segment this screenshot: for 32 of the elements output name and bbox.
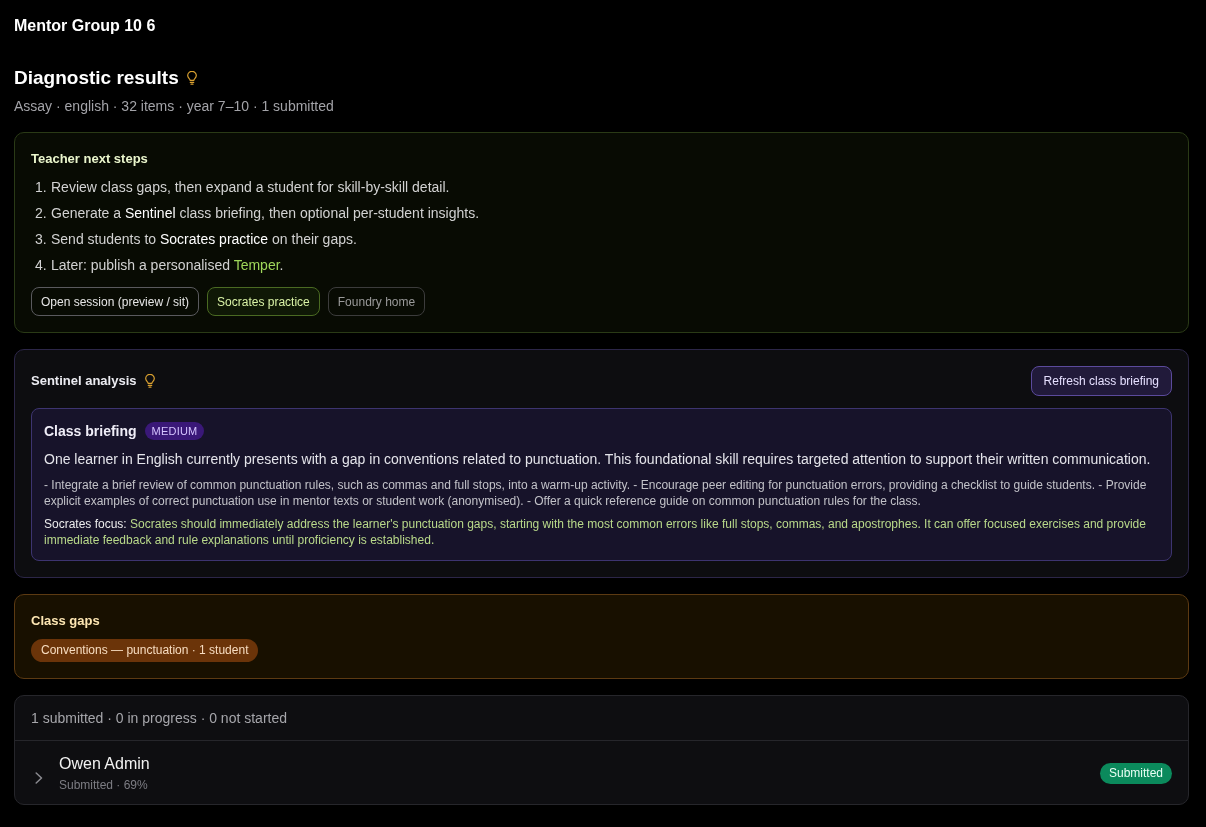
card-title: Sentinel analysis — [31, 373, 137, 389]
progress-summary: 1 submitted · 0 in progress · 0 not started — [15, 696, 1188, 741]
inline-link[interactable]: Temper — [233, 257, 280, 273]
focus-note: Socrates focus: Socrates should immediately address the learner's punctuation gaps, starting with the most common errors like full stops, commas, and apostrophes. It can offer focused exercises and provide immediate feedback and rule explanations until proficiency is established. — [44, 516, 1147, 548]
action-button[interactable]: Foundry home — [327, 287, 426, 316]
section-heading: Diagnostic results — [14, 66, 179, 90]
briefing-title: Class briefing — [44, 422, 137, 441]
step-number: 2. — [35, 204, 48, 223]
page-title: Mentor Group 10 6 — [14, 16, 157, 36]
status-badge: Submitted — [1099, 763, 1172, 784]
gap-tag: Conventions — punctuation · 1 student — [31, 639, 259, 662]
lightbulb-icon — [144, 374, 155, 388]
step-number: 3. — [35, 230, 48, 249]
step-number: 4. — [35, 256, 48, 275]
action-button[interactable]: Socrates practice — [207, 287, 320, 316]
lightbulb-icon — [186, 71, 197, 85]
assessment-meta: Assay · english · 32 items · year 7–10 · 1 submitted — [14, 97, 335, 115]
briefing-summary: One learner in English currently presents with a gap in conventions related to punctuation. This foundational skill requires targeted attention to support their written communication. — [44, 450, 1152, 469]
chevron-icon[interactable] — [35, 771, 43, 784]
student-detail: Submitted · 69% — [59, 777, 149, 793]
step-text: Generate a Sentinel class briefing, then optional per-student insights. — [51, 204, 480, 223]
action-button[interactable]: Open session (preview / sit) — [31, 287, 200, 316]
step-number: 1. — [35, 178, 48, 197]
step-text: Review class gaps, then expand a student for skill-by-skill detail. — [51, 178, 450, 197]
refresh-button[interactable]: Refresh class briefing — [1030, 366, 1172, 396]
card-title: Class gaps — [31, 613, 101, 629]
step-text: Send students to Socrates practice on their gaps. — [51, 230, 357, 249]
card-title: Teacher next steps — [31, 151, 149, 167]
step-text: Later: publish a personalised Temper. — [51, 256, 284, 275]
student-name: Owen Admin — [59, 754, 151, 774]
recommended-actions: - Integrate a brief review of common punctuation rules, such as commas and full stops, into a warm-up activity. - Encourage peer editing for punctuation errors, providing a checklist to guide students. - Provide explicit examples of correct punctuation use in mentor texts or student work (anonymised). - Offer a quick reference guide on common punctuation rules for the class. — [44, 477, 1148, 509]
priority-badge: MEDIUM — [144, 422, 205, 440]
